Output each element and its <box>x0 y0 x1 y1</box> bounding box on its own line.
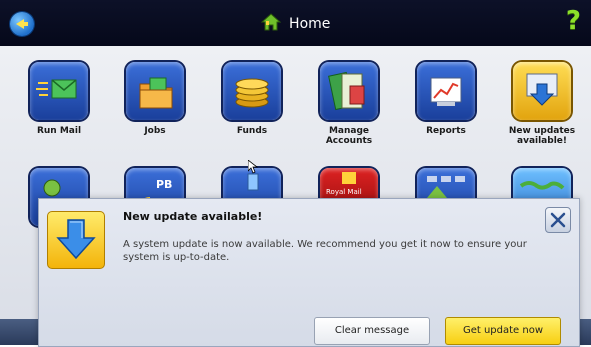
tile-manage-accounts[interactable]: Manage Accounts <box>313 62 385 146</box>
run-mail-icon <box>30 62 88 120</box>
dialog-title: New update available! <box>123 210 263 223</box>
close-icon <box>550 212 566 228</box>
tile-label: Manage Accounts <box>325 126 373 146</box>
funds-icon <box>223 62 281 120</box>
tile-funds[interactable]: Funds <box>216 62 288 136</box>
tile-label: Jobs <box>144 126 166 136</box>
top-bar: Home ? <box>0 0 591 46</box>
tile-run-mail[interactable]: Run Mail <box>23 62 95 136</box>
reports-icon <box>417 62 475 120</box>
tile-reports[interactable]: Reports <box>410 62 482 136</box>
royal-mail-text: Royal Mail <box>326 188 362 196</box>
update-dialog: New update available! A system update is… <box>38 198 580 347</box>
get-update-now-button[interactable]: Get update now <box>445 317 561 345</box>
clear-message-button[interactable]: Clear message <box>314 317 430 345</box>
new-updates-icon <box>513 62 571 120</box>
download-update-icon <box>47 211 105 269</box>
pb-badge: PB <box>156 178 172 191</box>
mouse-pointer-icon <box>248 160 258 174</box>
page-title: Home <box>289 16 331 32</box>
help-button[interactable]: ? <box>566 6 581 36</box>
tile-new-updates[interactable]: New updates available! <box>506 62 578 146</box>
dialog-message: A system update is now available. We rec… <box>123 239 527 263</box>
tile-jobs[interactable]: Jobs <box>119 62 191 136</box>
dialog-close-button[interactable] <box>545 207 571 233</box>
page-title-wrap: Home <box>0 13 591 35</box>
jobs-icon <box>126 62 184 120</box>
tile-label: Funds <box>236 126 268 136</box>
manage-accounts-icon <box>320 62 378 120</box>
tile-label: New updates available! <box>508 126 576 146</box>
tile-label: Run Mail <box>36 126 82 136</box>
home-icon <box>260 13 281 35</box>
tile-label: Reports <box>426 126 466 136</box>
